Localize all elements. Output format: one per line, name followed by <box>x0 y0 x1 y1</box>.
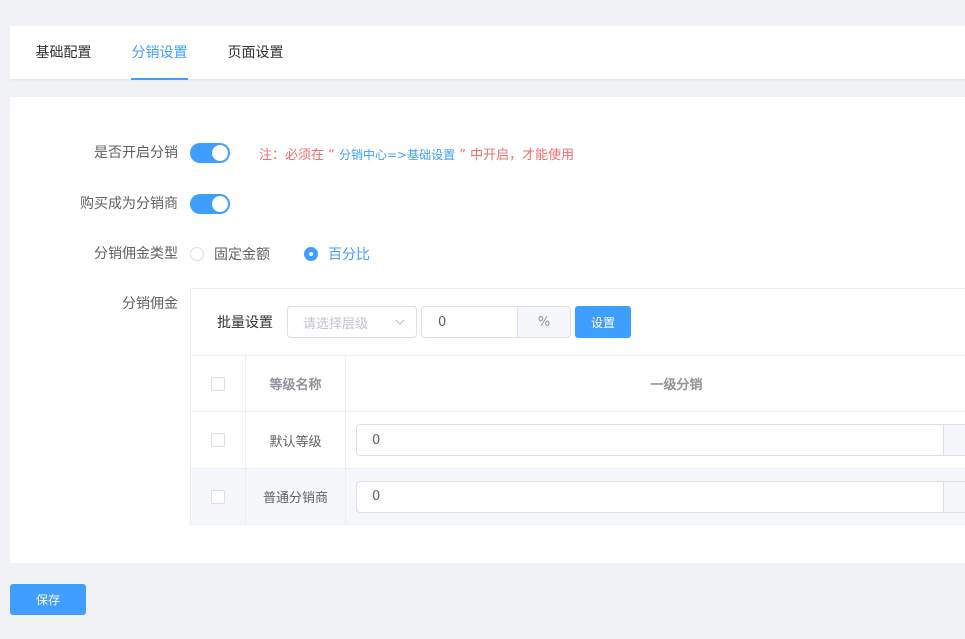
switch-knob <box>212 196 228 212</box>
notice-prefix: 注：必须在 “ <box>259 147 339 163</box>
row-purchase-become-distributor: 购买成为分销商 <box>10 188 965 220</box>
row-checkbox[interactable] <box>211 489 225 504</box>
chevron-down-icon <box>394 316 406 328</box>
batch-value-input[interactable] <box>421 306 517 338</box>
save-button[interactable]: 保存 <box>10 584 86 615</box>
radio-fixed-amount-label: 固定金额 <box>214 247 270 263</box>
batch-setting-bar: 批量设置 请选择层级 % 设置 <box>191 289 965 355</box>
row-commission-type: 分销佣金类型 固定金额 百分比 <box>10 238 965 270</box>
header-level1-commission: 一级分销 <box>650 378 703 393</box>
tab-basic-config[interactable]: 基础配置 <box>35 26 92 79</box>
row-checkbox[interactable] <box>211 433 225 447</box>
row-level1-cell <box>346 469 965 524</box>
row-enable-distribution: 是否开启分销 注：必须在 “ 分销中心=>基础设置 ” 中开启，才能使用 <box>10 137 965 169</box>
level1-commission-input[interactable] <box>356 424 943 456</box>
row-level1-cell <box>346 412 965 468</box>
row-commission: 分销佣金 <box>10 288 190 320</box>
table-row: 默认等级 <box>191 411 965 468</box>
radio-circle-icon <box>190 247 204 261</box>
settings-panel: 是否开启分销 注：必须在 “ 分销中心=>基础设置 ” 中开启，才能使用 购买成… <box>10 97 965 563</box>
tab-distribution-settings[interactable]: 分销设置 <box>131 26 188 80</box>
batch-setting-label: 批量设置 <box>217 315 273 331</box>
basic-settings-link[interactable]: 分销中心=>基础设置 <box>339 148 455 162</box>
radio-fixed-amount[interactable]: 固定金额 <box>190 244 270 264</box>
tab-bar: 基础配置 分销设置 页面设置 <box>10 26 965 80</box>
header-checkbox-cell <box>191 356 246 411</box>
table-header-row: 等级名称 一级分销 <box>191 355 965 411</box>
enable-distribution-label: 是否开启分销 <box>94 145 178 161</box>
row-level-name: 普通分销商 <box>246 469 346 524</box>
level1-commission-input[interactable] <box>356 480 943 513</box>
commission-type-label: 分销佣金类型 <box>94 246 178 262</box>
row-checkbox-cell <box>191 412 246 468</box>
notice-text: 注：必须在 “ 分销中心=>基础设置 ” 中开启，才能使用 <box>259 144 574 163</box>
purchase-become-distributor-label: 购买成为分销商 <box>80 196 178 212</box>
level1-commission-unit <box>943 424 965 456</box>
switch-knob <box>212 145 228 161</box>
table-row: 普通分销商 <box>191 468 965 524</box>
notice-suffix: ” 中开启，才能使用 <box>455 147 575 163</box>
percent-unit: % <box>517 306 571 338</box>
row-checkbox-cell <box>191 469 246 524</box>
radio-circle-icon <box>304 247 318 261</box>
batch-value-group: % <box>421 306 571 338</box>
batch-set-button[interactable]: 设置 <box>575 306 631 338</box>
commission-box: 批量设置 请选择层级 % 设置 等级名称 一级分销 <box>190 288 965 525</box>
radio-percentage-label: 百分比 <box>328 247 370 263</box>
commission-label: 分销佣金 <box>122 296 178 312</box>
level-select[interactable]: 请选择层级 <box>287 306 417 338</box>
radio-percentage[interactable]: 百分比 <box>304 244 370 264</box>
select-all-checkbox[interactable] <box>211 376 225 391</box>
tab-page-settings[interactable]: 页面设置 <box>227 26 284 79</box>
enable-distribution-switch[interactable] <box>190 143 230 163</box>
level-select-placeholder: 请选择层级 <box>303 316 369 332</box>
purchase-become-distributor-switch[interactable] <box>190 194 230 214</box>
row-level-name: 默认等级 <box>246 412 346 468</box>
level1-commission-unit <box>943 480 965 513</box>
header-level-name: 等级名称 <box>246 356 346 411</box>
